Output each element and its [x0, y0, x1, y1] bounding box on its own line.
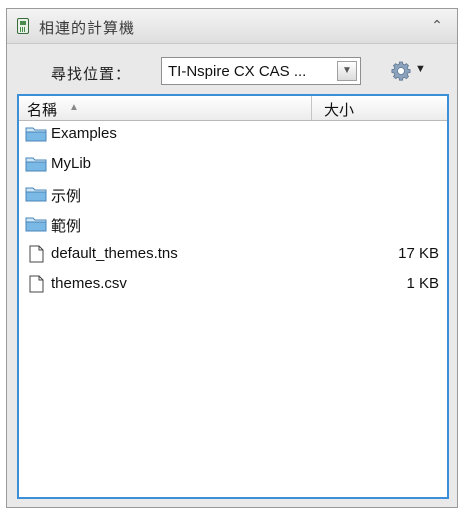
folder-icon: [25, 217, 47, 232]
item-name: 範例: [51, 218, 82, 235]
dropdown-arrow-icon[interactable]: ▼: [337, 61, 357, 81]
options-menu-button[interactable]: ▼: [387, 57, 429, 85]
folder-icon: [25, 127, 47, 142]
document-icon: [29, 245, 44, 263]
folder-icon: [25, 187, 47, 202]
item-name: MyLib: [51, 155, 92, 172]
column-header-name[interactable]: 名稱 ▲: [19, 96, 312, 120]
item-size: 17 KB: [398, 245, 439, 262]
sort-ascending-icon: ▲: [69, 102, 79, 113]
collapse-panel-icon[interactable]: ⌃: [429, 16, 445, 34]
list-header: 名稱 ▲ 大小: [19, 96, 447, 121]
list-item[interactable]: 範例: [19, 212, 447, 236]
panel-title: 相連的計算機: [39, 20, 136, 37]
look-in-value: TI-Nspire CX CAS ...: [168, 63, 307, 80]
item-name: default_themes.tns: [51, 245, 178, 262]
file-list[interactable]: 名稱 ▲ 大小 Examples MyLib 示例 範例 default_the…: [17, 94, 449, 499]
folder-icon: [25, 157, 47, 172]
panel-titlebar: 相連的計算機 ⌃: [7, 9, 457, 44]
look-in-label: 尋找位置：: [51, 66, 132, 83]
list-item[interactable]: themes.csv 1 KB: [19, 272, 447, 296]
options-caret-icon: ▼: [415, 63, 426, 75]
item-size: 1 KB: [406, 275, 439, 292]
calculator-icon: [17, 18, 29, 34]
column-size-label: 大小: [324, 102, 355, 119]
list-item[interactable]: Examples: [19, 122, 447, 146]
list-item[interactable]: MyLib: [19, 152, 447, 176]
look-in-row: 尋找位置： TI-Nspire CX CAS ... ▼ ▼: [7, 57, 457, 91]
connected-handhelds-panel: 相連的計算機 ⌃ 尋找位置： TI-Nspire CX CAS ... ▼ ▼ …: [6, 8, 458, 508]
column-header-size[interactable]: 大小: [312, 96, 447, 120]
list-item[interactable]: 示例: [19, 182, 447, 206]
gear-icon: [391, 61, 411, 81]
look-in-dropdown[interactable]: TI-Nspire CX CAS ... ▼: [161, 57, 361, 85]
column-name-label: 名稱: [27, 102, 58, 119]
item-name: 示例: [51, 188, 82, 205]
document-icon: [29, 275, 44, 293]
list-item[interactable]: default_themes.tns 17 KB: [19, 242, 447, 266]
item-name: Examples: [51, 125, 117, 142]
item-name: themes.csv: [51, 275, 127, 292]
